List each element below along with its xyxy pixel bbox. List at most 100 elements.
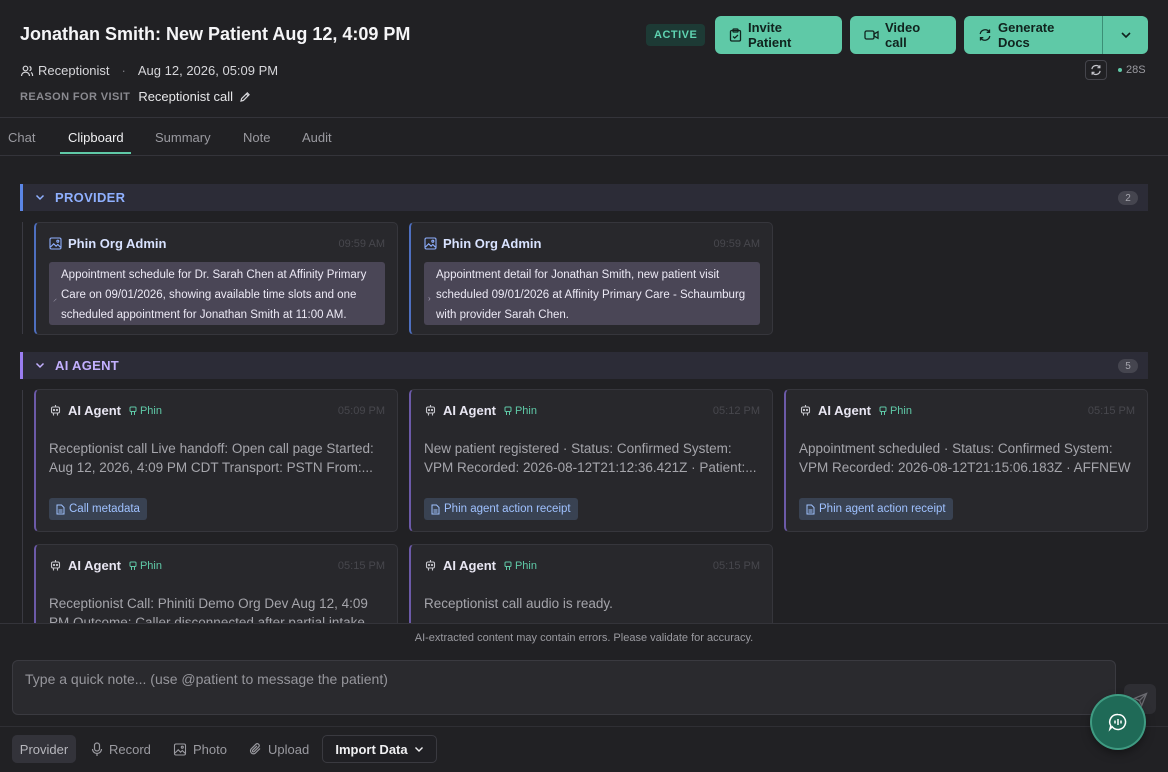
phin-tag: Phin: [879, 405, 912, 417]
card-time: 05:12 PM: [712, 405, 760, 417]
attachment-chip[interactable]: Phin agent action receipt: [799, 498, 953, 520]
card-time: 05:15 PM: [337, 560, 385, 572]
ai-agent-card[interactable]: AI Agent Phin 05:15 PM Receptionist Call…: [34, 544, 398, 623]
encounter-datetime: Aug 12, 2026, 05:09 PM: [137, 63, 279, 78]
generate-label: Generate Docs: [998, 20, 1055, 50]
card-author: AI Agent: [68, 403, 121, 418]
record-button[interactable]: Record: [91, 735, 151, 763]
card-content: › Appointment detail for Jonathan Smith,…: [424, 262, 760, 325]
card-author: AI Agent: [443, 558, 496, 573]
card-text: Appointment detail for Jonathan Smith, n…: [436, 269, 746, 321]
record-label: Record: [109, 741, 151, 757]
chip-label: Call metadata: [69, 503, 140, 515]
edit-pencil-icon[interactable]: [239, 91, 251, 103]
generate-docs-dropdown[interactable]: [1102, 16, 1148, 54]
tag-label: Phin: [889, 404, 912, 417]
refresh-icon: [979, 29, 991, 41]
card-author: AI Agent: [443, 403, 496, 418]
ai-agent-card[interactable]: AI Agent Phin 05:09 PM Receptionist call…: [34, 389, 398, 532]
robot-icon: [800, 405, 811, 416]
agent-icon: [504, 406, 512, 415]
robot-icon: [425, 560, 436, 571]
quick-note-input[interactable]: [25, 671, 925, 687]
section-count-badge: 5: [1118, 359, 1138, 373]
quote-mark-icon: ⸝: [53, 294, 57, 303]
card-author: AI Agent: [818, 403, 871, 418]
attachment-chip[interactable]: Call metadata: [49, 498, 147, 520]
photo-button[interactable]: Photo: [173, 735, 227, 763]
ai-agent-card[interactable]: AI Agent Phin 05:12 PM New patient regis…: [409, 389, 773, 532]
voice-wave-icon: [1108, 713, 1127, 732]
tag-label: Phin: [514, 559, 537, 572]
clipboard-icon: [729, 28, 742, 42]
status-badge: ACTIVE: [646, 24, 706, 46]
provider-card[interactable]: Phin Org Admin 09:59 AM ⸝ Appointment sc…: [34, 222, 398, 335]
card-header: AI Agent Phin: [49, 403, 162, 418]
image-icon: [424, 237, 437, 250]
card-header: AI Agent Phin: [424, 403, 537, 418]
tab-clipboard[interactable]: Clipboard: [68, 130, 124, 145]
card-author: AI Agent: [68, 558, 121, 573]
section-divider: [22, 390, 23, 623]
tag-label: Phin: [139, 559, 162, 572]
section-ai-agent-header[interactable]: AI AGENT 5: [20, 352, 1148, 379]
card-header: AI Agent Phin: [799, 403, 912, 418]
chevron-down-icon: [414, 746, 423, 752]
chevron-down-icon: [1120, 32, 1131, 39]
image-icon: [49, 237, 62, 250]
chevron-down-icon: [35, 362, 45, 369]
import-data-button[interactable]: Import Data: [322, 735, 437, 763]
invite-patient-button[interactable]: Invite Patient: [715, 16, 842, 54]
document-icon: [56, 504, 65, 514]
attachment-chip[interactable]: Phin agent action receipt: [424, 498, 578, 520]
ai-agent-card[interactable]: AI Agent Phin 05:15 PM Receptionist call…: [409, 544, 773, 623]
quick-note-composer[interactable]: [12, 660, 1116, 715]
tab-note[interactable]: Note: [243, 130, 270, 145]
card-content: ⸝ Appointment schedule for Dr. Sarah Che…: [49, 262, 385, 325]
card-header: Phin Org Admin: [424, 236, 541, 251]
sync-icon: [1091, 64, 1101, 76]
tag-label: Phin: [514, 404, 537, 417]
microphone-icon: [91, 741, 103, 756]
video-label: Video call: [885, 20, 921, 50]
phin-tag: Phin: [129, 405, 162, 417]
chip-label: Phin agent action receipt: [444, 503, 571, 515]
refresh-button[interactable]: [1085, 60, 1107, 80]
reason-for-visit: REASON FOR VISIT Receptionist call: [20, 89, 251, 104]
active-tab-indicator: [60, 152, 131, 154]
tab-audit[interactable]: Audit: [302, 130, 332, 145]
generate-docs-button[interactable]: Generate Docs: [964, 16, 1102, 54]
phin-tag: Phin: [129, 560, 162, 572]
card-time: 09:59 AM: [713, 238, 760, 250]
upload-button[interactable]: Upload: [249, 735, 309, 763]
document-icon: [806, 504, 815, 514]
section-title: AI AGENT: [55, 358, 120, 373]
ai-agent-card[interactable]: AI Agent Phin 05:15 PM Appointment sched…: [784, 389, 1148, 532]
meta-separator: ·: [121, 63, 126, 78]
card-header: Phin Org Admin: [49, 236, 166, 251]
card-text: New patient registered · Status: Confirm…: [424, 441, 757, 475]
robot-icon: [425, 405, 436, 416]
footer-toolbar: Provider Record Photo Upload Import Data: [0, 726, 1168, 772]
video-call-button[interactable]: Video call: [850, 16, 956, 54]
robot-icon: [50, 560, 61, 571]
card-author: Phin Org Admin: [443, 236, 542, 251]
chip-label: Phin agent action receipt: [819, 503, 946, 515]
section-provider-header[interactable]: PROVIDER 2: [20, 184, 1148, 211]
card-time: 05:09 PM: [337, 405, 385, 417]
provider-card[interactable]: Phin Org Admin 09:59 AM › Appointment de…: [409, 222, 773, 335]
provider-toggle[interactable]: Provider: [12, 735, 76, 763]
agent-icon: [129, 406, 137, 415]
voice-assistant-button[interactable]: [1092, 696, 1144, 748]
card-text: Appointment scheduled · Status: Confirme…: [799, 441, 1131, 475]
card-header: AI Agent Phin: [424, 558, 537, 573]
tag-label: Phin: [139, 404, 162, 417]
tab-bar: Chat Clipboard Summary Note Audit: [0, 119, 1168, 156]
tab-summary[interactable]: Summary: [155, 130, 211, 145]
tab-chat[interactable]: Chat: [8, 130, 35, 145]
photo-label: Photo: [193, 741, 227, 757]
card-text: Receptionist call Live handoff: Open cal…: [49, 441, 374, 475]
card-text: Receptionist call audio is ready.: [424, 596, 613, 611]
card-author: Phin Org Admin: [68, 236, 167, 251]
quote-mark-icon: ›: [428, 294, 431, 303]
